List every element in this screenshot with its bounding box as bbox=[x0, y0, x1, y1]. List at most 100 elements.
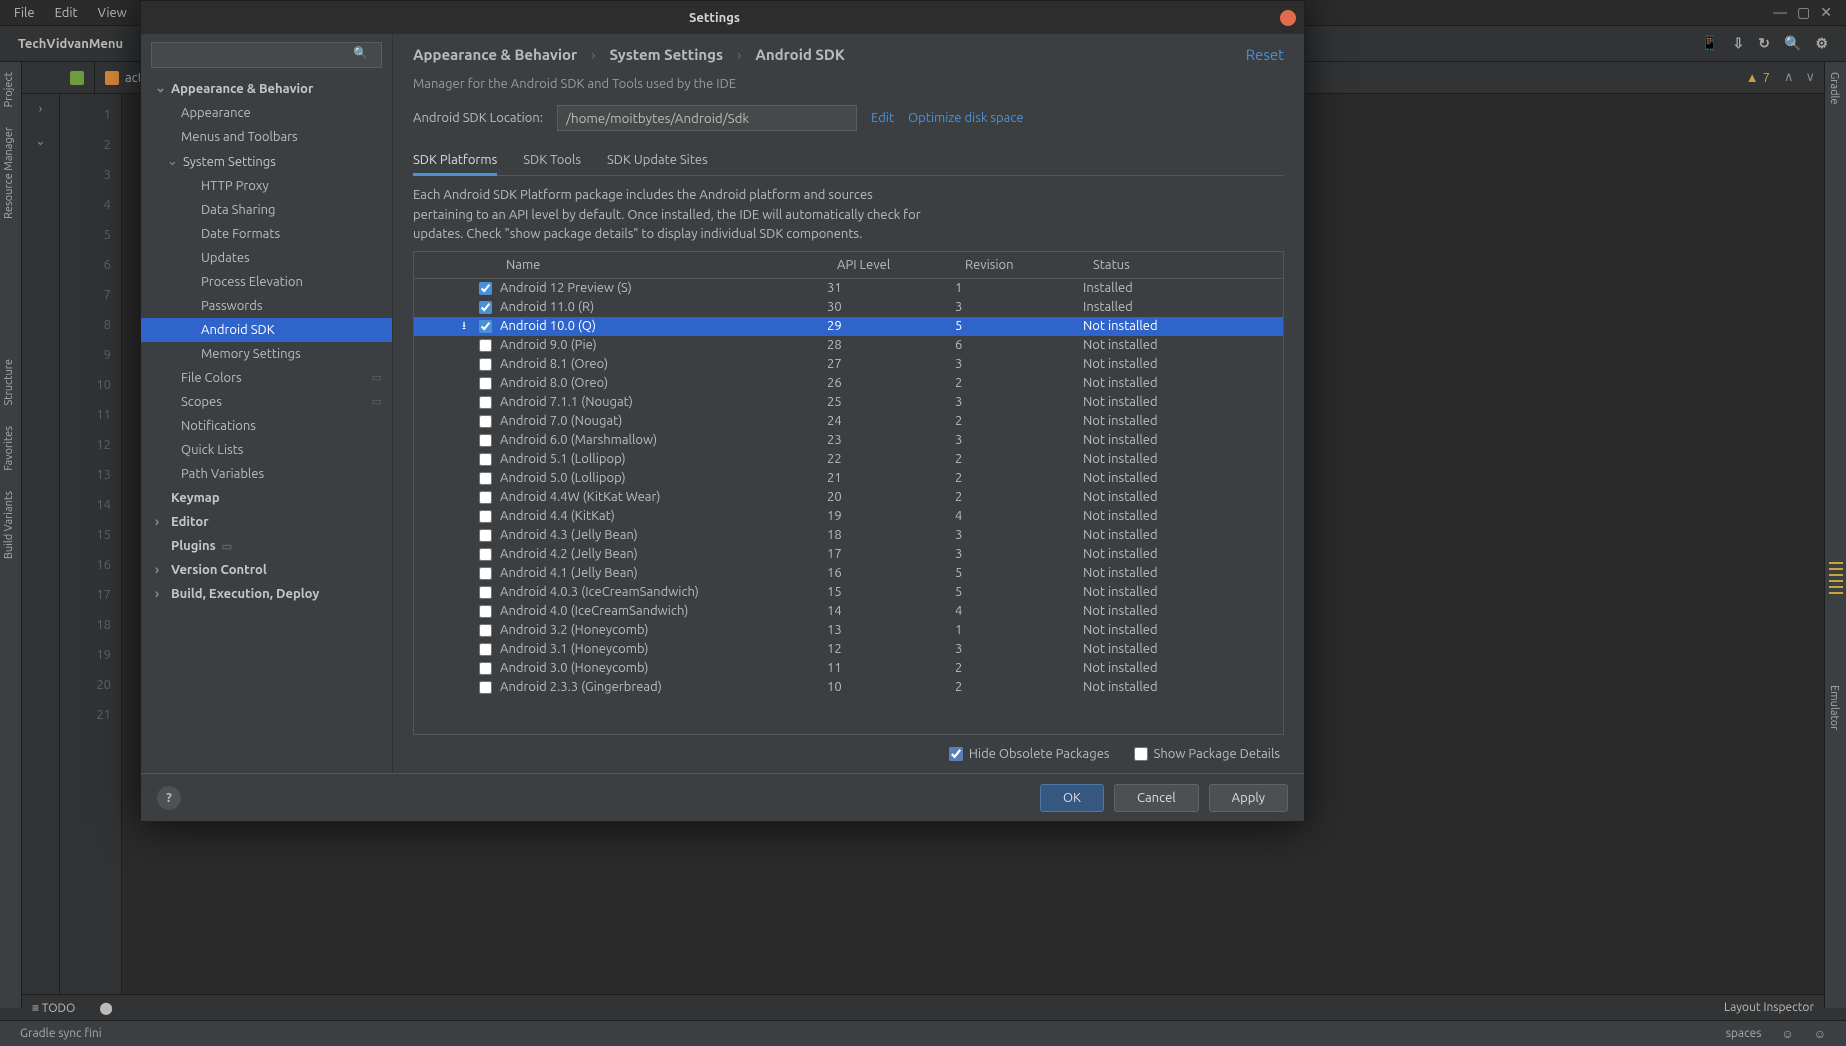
tree-appearance-behavior[interactable]: ⌄Appearance & Behavior bbox=[141, 76, 392, 101]
sdk-row-checkbox[interactable] bbox=[479, 548, 492, 561]
tab-sdk-tools[interactable]: SDK Tools bbox=[523, 147, 581, 175]
tree-menus-toolbars[interactable]: Menus and Toolbars bbox=[141, 125, 392, 149]
sdk-row[interactable]: Android 5.1 (Lollipop)222Not installed bbox=[414, 450, 1283, 469]
sdk-row[interactable]: Android 9.0 (Pie)286Not installed bbox=[414, 336, 1283, 355]
tool-layout-inspector[interactable]: Layout Inspector bbox=[1724, 1001, 1814, 1014]
sdk-row-checkbox[interactable] bbox=[479, 320, 492, 333]
col-name[interactable]: Name bbox=[496, 252, 827, 278]
tool-project[interactable]: Project bbox=[0, 62, 18, 117]
sdk-row-checkbox[interactable] bbox=[479, 586, 492, 599]
sdk-row-checkbox[interactable] bbox=[479, 567, 492, 580]
project-tree-bar[interactable]: › ⌄ bbox=[22, 94, 60, 994]
sdk-row[interactable]: Android 11.0 (R)303Installed bbox=[414, 298, 1283, 317]
tree-path-variables[interactable]: Path Variables bbox=[141, 462, 392, 486]
download-icon[interactable]: ⇩ bbox=[1733, 35, 1745, 52]
sdk-row-checkbox[interactable] bbox=[479, 605, 492, 618]
tree-android-sdk[interactable]: Android SDK bbox=[141, 318, 392, 342]
sdk-row-checkbox[interactable] bbox=[479, 339, 492, 352]
hide-obsolete-check[interactable]: Hide Obsolete Packages bbox=[949, 747, 1110, 761]
sdk-row-checkbox[interactable] bbox=[479, 491, 492, 504]
sdk-row-checkbox[interactable] bbox=[479, 662, 492, 675]
tree-scopes[interactable]: Scopes▭ bbox=[141, 390, 392, 414]
status-user-icon[interactable]: ☺ bbox=[1804, 1027, 1836, 1041]
sdk-row[interactable]: Android 3.1 (Honeycomb)123Not installed bbox=[414, 640, 1283, 659]
breadcrumb-appearance[interactable]: Appearance & Behavior bbox=[413, 46, 577, 63]
status-face-icon[interactable]: ☺ bbox=[1771, 1027, 1803, 1041]
tree-plugins[interactable]: Plugins▭ bbox=[141, 534, 392, 558]
tree-version-control[interactable]: ›Version Control bbox=[141, 558, 392, 582]
col-status[interactable]: Status bbox=[1083, 252, 1283, 278]
sdk-row[interactable]: Android 4.0.3 (IceCreamSandwich)155Not i… bbox=[414, 583, 1283, 602]
tab-sdk-platforms[interactable]: SDK Platforms bbox=[413, 147, 497, 176]
tree-system-settings[interactable]: ⌄System Settings bbox=[141, 149, 392, 174]
cancel-button[interactable]: Cancel bbox=[1114, 784, 1199, 812]
sdk-row[interactable]: Android 4.4 (KitKat)194Not installed bbox=[414, 507, 1283, 526]
tree-http-proxy[interactable]: HTTP Proxy bbox=[141, 174, 392, 198]
prev-highlight[interactable]: ∧ bbox=[1778, 70, 1800, 85]
sdk-row[interactable]: Android 4.3 (Jelly Bean)183Not installed bbox=[414, 526, 1283, 545]
actions-icon[interactable]: ⚙ bbox=[1815, 35, 1828, 52]
sdk-row[interactable]: Android 3.0 (Honeycomb)112Not installed bbox=[414, 659, 1283, 678]
tree-passwords[interactable]: Passwords bbox=[141, 294, 392, 318]
menu-file[interactable]: File bbox=[4, 2, 45, 24]
help-button[interactable]: ? bbox=[157, 786, 181, 810]
sdk-row-checkbox[interactable] bbox=[479, 301, 492, 314]
maximize-icon[interactable]: ▢ bbox=[1797, 4, 1810, 21]
sdk-row[interactable]: ⭳Android 10.0 (Q)295Not installed bbox=[414, 317, 1283, 336]
tree-memory-settings[interactable]: Memory Settings bbox=[141, 342, 392, 366]
chevron-right-icon[interactable]: › bbox=[39, 102, 43, 116]
settings-close-icon[interactable] bbox=[1280, 10, 1296, 26]
tool-structure[interactable]: Structure bbox=[0, 349, 18, 416]
tab-sdk-update-sites[interactable]: SDK Update Sites bbox=[607, 147, 708, 175]
tree-updates[interactable]: Updates bbox=[141, 246, 392, 270]
sdk-row[interactable]: Android 4.1 (Jelly Bean)165Not installed bbox=[414, 564, 1283, 583]
sdk-row[interactable]: Android 4.2 (Jelly Bean)173Not installed bbox=[414, 545, 1283, 564]
settings-tree[interactable]: ⌄Appearance & Behavior Appearance Menus … bbox=[141, 76, 392, 773]
tree-build[interactable]: ›Build, Execution, Deploy bbox=[141, 582, 392, 606]
edit-link[interactable]: Edit bbox=[871, 111, 894, 125]
apply-button[interactable]: Apply bbox=[1209, 784, 1288, 812]
menu-view[interactable]: View bbox=[88, 2, 137, 24]
sdk-row[interactable]: Android 5.0 (Lollipop)212Not installed bbox=[414, 469, 1283, 488]
sdk-row-checkbox[interactable] bbox=[479, 434, 492, 447]
ok-button[interactable]: OK bbox=[1040, 784, 1104, 812]
sdk-row-checkbox[interactable] bbox=[479, 415, 492, 428]
search-icon[interactable]: 🔍 bbox=[1784, 35, 1801, 52]
sdk-row[interactable]: Android 8.0 (Oreo)262Not installed bbox=[414, 374, 1283, 393]
tree-file-colors[interactable]: File Colors▭ bbox=[141, 366, 392, 390]
sdk-row[interactable]: Android 3.2 (Honeycomb)131Not installed bbox=[414, 621, 1283, 640]
tree-date-formats[interactable]: Date Formats bbox=[141, 222, 392, 246]
settings-search-input[interactable] bbox=[151, 42, 382, 68]
sync-icon[interactable]: ↻ bbox=[1758, 35, 1770, 52]
breadcrumb-system-settings[interactable]: System Settings bbox=[609, 46, 723, 63]
col-api-level[interactable]: API Level bbox=[827, 252, 955, 278]
menu-edit[interactable]: Edit bbox=[45, 2, 88, 24]
sdk-row[interactable]: Android 7.0 (Nougat)242Not installed bbox=[414, 412, 1283, 431]
sdk-row-checkbox[interactable] bbox=[479, 624, 492, 637]
inspection-warnings[interactable]: ▲ 7 bbox=[1738, 70, 1778, 85]
reset-link[interactable]: Reset bbox=[1246, 46, 1284, 63]
next-highlight[interactable]: ∨ bbox=[1799, 70, 1821, 85]
sdk-row-checkbox[interactable] bbox=[479, 643, 492, 656]
sdk-table-body[interactable]: Android 12 Preview (S)311InstalledAndroi… bbox=[414, 279, 1283, 735]
sdk-location-input[interactable] bbox=[557, 105, 857, 131]
tool-build-variants[interactable]: Build Variants bbox=[0, 481, 18, 569]
sdk-row[interactable]: Android 2.3.3 (Gingerbread)102Not instal… bbox=[414, 678, 1283, 697]
sdk-row[interactable]: Android 4.0 (IceCreamSandwich)144Not ins… bbox=[414, 602, 1283, 621]
optimize-link[interactable]: Optimize disk space bbox=[908, 111, 1023, 125]
sdk-row[interactable]: Android 7.1.1 (Nougat)253Not installed bbox=[414, 393, 1283, 412]
tree-quick-lists[interactable]: Quick Lists bbox=[141, 438, 392, 462]
tree-data-sharing[interactable]: Data Sharing bbox=[141, 198, 392, 222]
tool-problems-icon[interactable]: ⬤ bbox=[99, 1001, 112, 1015]
sdk-row-checkbox[interactable] bbox=[479, 282, 492, 295]
tree-appearance[interactable]: Appearance bbox=[141, 101, 392, 125]
col-revision[interactable]: Revision bbox=[955, 252, 1083, 278]
sdk-row[interactable]: Android 12 Preview (S)311Installed bbox=[414, 279, 1283, 298]
sdk-row-checkbox[interactable] bbox=[479, 396, 492, 409]
sdk-row-checkbox[interactable] bbox=[479, 529, 492, 542]
tool-emulator[interactable]: Emulator bbox=[1825, 675, 1843, 740]
status-indent[interactable]: spaces bbox=[1716, 1027, 1772, 1040]
sdk-row-checkbox[interactable] bbox=[479, 377, 492, 390]
tool-favorites[interactable]: Favorites bbox=[0, 416, 18, 481]
sdk-row-checkbox[interactable] bbox=[479, 472, 492, 485]
